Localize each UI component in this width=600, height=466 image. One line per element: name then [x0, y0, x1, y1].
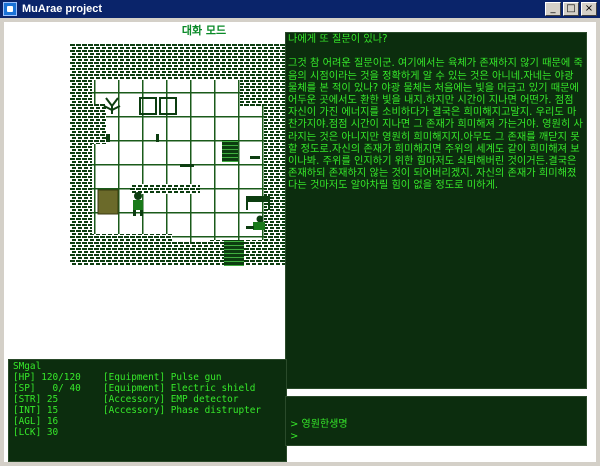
item-icon: [106, 134, 110, 142]
stat-agl: [AGL] 16: [13, 416, 59, 427]
command-history: > 영원한생명: [290, 419, 348, 430]
window-title: MuArae project: [22, 3, 103, 15]
command-panel[interactable]: > 영원한생명 >: [285, 396, 587, 446]
client-area: 대화 모드 나에게 또 질문이 있나? 그것 참 어려운 질문이군. 여기에서는…: [4, 22, 596, 462]
mode-title: 대화 모드: [181, 24, 227, 37]
equip-slot-1: [Equipment] Pulse gun: [103, 372, 222, 383]
item-icon: [180, 164, 194, 167]
map-canvas: [70, 44, 286, 266]
item-icon: [156, 134, 159, 142]
door-icon[interactable]: [224, 240, 244, 262]
status-panel: SMgal [HP] 120/120 [Equipment] Pulse gun…: [8, 359, 287, 462]
command-prompt[interactable]: >: [290, 431, 298, 443]
table-leg: [246, 196, 248, 210]
app-icon: [3, 2, 17, 16]
dialogue-text: 나에게 또 질문이 있나? 그것 참 어려운 질문이군. 여기에서는 육체가 존…: [288, 34, 583, 192]
wall-segment: [200, 64, 256, 72]
minimize-button[interactable]: _: [545, 2, 561, 16]
item-icon: [250, 156, 260, 159]
stat-lck: [LCK] 30: [13, 427, 59, 438]
accessory-slot-2: [Accessory] Phase distrupter: [103, 405, 262, 416]
door-icon[interactable]: [224, 262, 244, 266]
door-icon[interactable]: [222, 140, 238, 162]
game-map[interactable]: [70, 44, 286, 266]
wall-segment: [92, 234, 172, 244]
table-leg: [268, 196, 270, 210]
stat-hp: [HP] 120/120: [13, 372, 81, 383]
wall-segment: [92, 104, 106, 144]
stat-int: [INT] 15: [13, 405, 59, 416]
crate-icon[interactable]: [97, 189, 119, 215]
character-name: SMgal: [13, 361, 42, 372]
accessory-slot-1: [Accessory] EMP detector: [103, 394, 239, 405]
stat-sp: [SP] 0/ 40: [13, 383, 81, 394]
stat-str: [STR] 25: [13, 394, 59, 405]
dialogue-panel: 나에게 또 질문이 있나? 그것 참 어려운 질문이군. 여기에서는 육체가 존…: [285, 32, 587, 389]
wall-segment: [130, 184, 200, 194]
table-icon: [246, 196, 270, 202]
title-bar[interactable]: MuArae project _ □ ×: [0, 0, 600, 18]
wall-segment: [240, 80, 264, 106]
maximize-button[interactable]: □: [563, 2, 579, 16]
floor-area: [92, 66, 264, 242]
app-window: MuArae project _ □ × 대화 모드 나에게 또 질문이 있나?…: [0, 0, 600, 466]
equip-slot-2: [Equipment] Electric shield: [103, 383, 256, 394]
close-button[interactable]: ×: [581, 2, 597, 16]
